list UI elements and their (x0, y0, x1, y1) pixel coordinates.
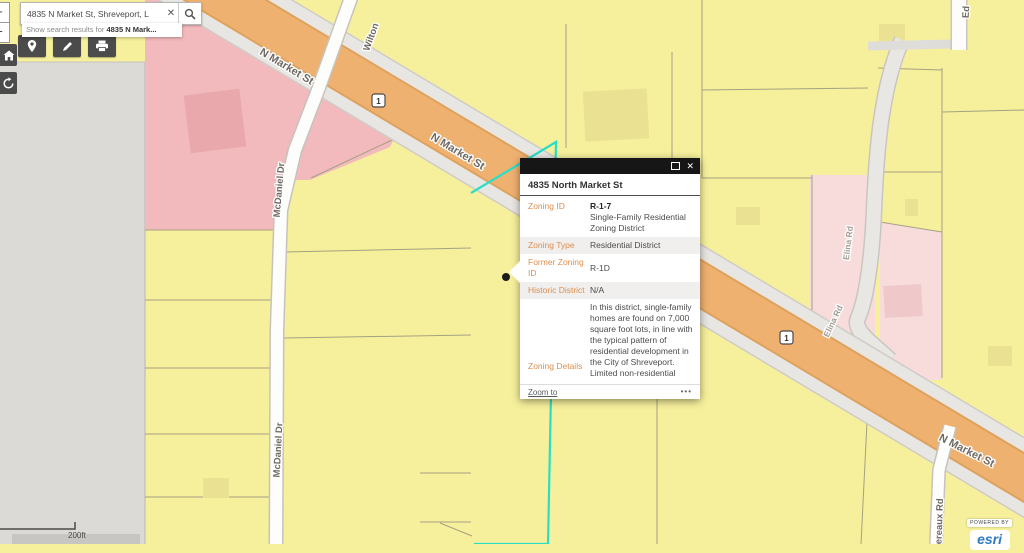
location-tool-button[interactable] (18, 35, 46, 57)
maximize-icon[interactable] (671, 162, 680, 170)
street-label-ed: Ed (961, 5, 973, 18)
search-suggestion[interactable]: Show search results for 4835 N Mark... (22, 23, 182, 37)
zoom-out-button[interactable]: − (0, 22, 10, 43)
street-label-devereaux: Devereaux Rd (933, 498, 946, 544)
search-input[interactable] (21, 9, 164, 19)
zoning-id-description: Single-Family Residential Zoning Distric… (590, 212, 686, 233)
refresh-icon (2, 77, 15, 90)
gray-area-left (0, 62, 145, 544)
popup-row-historic-district: Historic District N/A (520, 282, 700, 299)
clear-search-icon[interactable]: ✕ (164, 8, 178, 19)
pink-building (184, 89, 247, 153)
field-value: R-1D (588, 260, 700, 277)
home-icon (3, 50, 15, 61)
field-label: Zoning Details (520, 299, 588, 375)
scale-bar: 200ft (0, 518, 120, 553)
location-pin-icon (26, 39, 38, 53)
popup-body: 4835 North Market St Zoning ID R-1-7 Sin… (520, 174, 700, 399)
field-value: R-1-7 Single-Family Residential Zoning D… (588, 198, 700, 237)
popup-row-zoning-details: Zoning Details In this district, single-… (520, 299, 700, 382)
map-canvas[interactable]: N Market St N Market St N Market St Wilt… (0, 0, 1024, 544)
esri-attribution: POWERED BY esri (967, 511, 1012, 550)
pencil-icon (61, 40, 74, 53)
home-button[interactable] (0, 44, 17, 66)
map-toolbar (18, 35, 116, 57)
popup-titlebar: ✕ (520, 158, 700, 174)
scale-label: 200ft (68, 531, 86, 540)
route-shield-1a: 1 (376, 97, 381, 106)
powered-by-label: POWERED BY (967, 519, 1012, 527)
field-label: Zoning Type (520, 237, 588, 254)
printer-icon (95, 40, 109, 52)
popup-row-zoning-type: Zoning Type Residential District (520, 237, 700, 254)
search-button[interactable] (178, 3, 201, 24)
refresh-button[interactable] (0, 72, 17, 94)
field-label: Former Zoning ID (520, 254, 588, 282)
popup-row-former-zoning-id: Former Zoning ID R-1D (520, 254, 700, 282)
popup-title: 4835 North Market St (520, 174, 700, 196)
field-value: Residential District (588, 237, 700, 254)
suggestion-prefix: Show search results for (26, 25, 106, 34)
popup-row-zoning-id: Zoning ID R-1-7 Single-Family Residentia… (520, 198, 700, 237)
route-shield-1b: 1 (784, 334, 789, 343)
field-label: Historic District (520, 282, 588, 299)
close-icon[interactable]: ✕ (686, 162, 694, 171)
popup-pointer (509, 261, 520, 283)
search-bar: ✕ (20, 2, 202, 25)
zoning-id-value: R-1-7 (590, 201, 611, 211)
search-icon (184, 8, 196, 20)
yellow-building-large (583, 88, 650, 141)
zoom-to-link[interactable]: Zoom to (528, 388, 557, 397)
field-label: Zoning ID (520, 198, 588, 237)
zoom-in-button[interactable]: + (0, 2, 10, 23)
print-tool-button[interactable] (88, 35, 116, 57)
suggestion-query: 4835 N Mark... (106, 25, 156, 34)
more-options-icon[interactable]: ••• (681, 388, 692, 396)
field-value: In this district, single-family homes ar… (588, 299, 700, 382)
popup-footer: Zoom to ••• (520, 384, 700, 399)
esri-logo: esri (970, 530, 1010, 550)
field-value: N/A (588, 282, 700, 299)
draw-tool-button[interactable] (53, 35, 81, 57)
pink-building-east (883, 284, 923, 318)
feature-popup: ✕ 4835 North Market St Zoning ID R-1-7 S… (520, 158, 700, 399)
